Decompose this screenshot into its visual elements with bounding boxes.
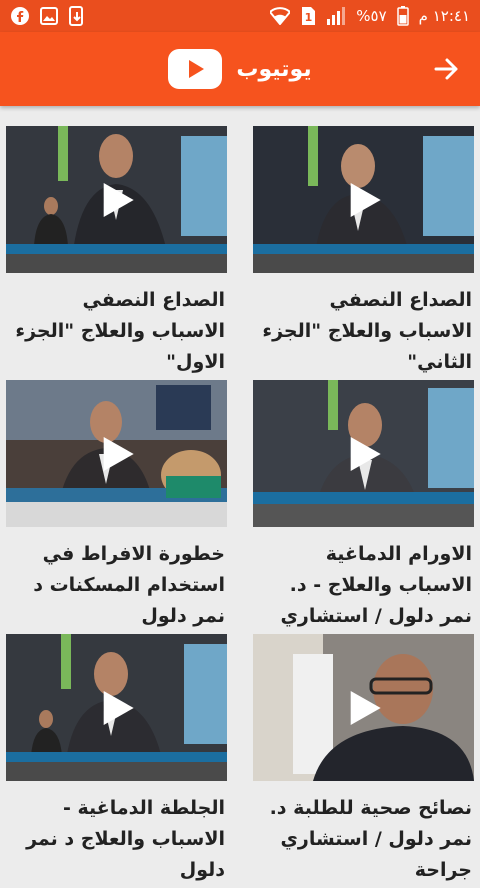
video-thumbnail[interactable] (6, 634, 227, 781)
play-icon (103, 182, 134, 217)
svg-text:1: 1 (305, 11, 313, 24)
app-bar: يوتيوب (0, 32, 480, 106)
clock: ١٢:٤١ م (418, 7, 470, 25)
battery-percent: %٥٧ (356, 7, 387, 25)
video-card[interactable]: خطورة الافراط في استخدام المسكنات د نمر … (6, 380, 227, 634)
status-right: 1 %٥٧ ١٢:٤١ م (270, 6, 470, 26)
play-icon (103, 690, 134, 725)
video-thumbnail[interactable] (253, 634, 474, 781)
video-thumbnail[interactable] (6, 126, 227, 273)
play-icon (350, 436, 381, 471)
sim-icon: 1 (300, 6, 316, 26)
video-title[interactable]: الجلطة الدماغية - الاسباب والعلاج د نمر … (6, 793, 227, 886)
video-title[interactable]: الصداع النصفي الاسباب والعلاج "الجزء الث… (253, 285, 474, 378)
arrow-right-icon (434, 58, 458, 80)
video-title[interactable]: الصداع النصفي الاسباب والعلاج "الجزء الا… (6, 285, 227, 378)
play-icon (350, 690, 381, 725)
battery-icon (396, 6, 409, 26)
video-card[interactable]: الاورام الدماغية الاسباب والعلاج - د. نم… (253, 380, 474, 634)
video-card[interactable]: الصداع النصفي الاسباب والعلاج "الجزء الا… (6, 126, 227, 380)
facebook-notification-icon (10, 6, 30, 26)
play-icon (103, 436, 134, 471)
status-left (10, 6, 86, 26)
signal-icon (326, 7, 346, 25)
video-thumbnail[interactable] (6, 380, 227, 527)
youtube-logo-icon (168, 49, 223, 89)
video-grid: الصداع النصفي الاسباب والعلاج "الجزء الث… (6, 126, 474, 888)
page-title: يوتيوب (236, 56, 312, 82)
video-card[interactable]: الصداع النصفي الاسباب والعلاج "الجزء الث… (253, 126, 474, 380)
wifi-icon (270, 7, 291, 25)
video-thumbnail[interactable] (253, 126, 474, 273)
video-title[interactable]: خطورة الافراط في استخدام المسكنات د نمر … (6, 539, 227, 632)
video-card[interactable]: نصائح صحية للطلبة د. نمر دلول / استشاري … (253, 634, 474, 888)
download-notification-icon (68, 6, 86, 26)
app-title-group: يوتيوب (168, 49, 312, 89)
video-card[interactable]: الجلطة الدماغية - الاسباب والعلاج د نمر … (6, 634, 227, 888)
video-title[interactable]: الاورام الدماغية الاسباب والعلاج - د. نم… (253, 539, 474, 632)
video-title[interactable]: نصائح صحية للطلبة د. نمر دلول / استشاري … (253, 793, 474, 886)
video-thumbnail[interactable] (253, 380, 474, 527)
gallery-notification-icon (40, 7, 58, 25)
back-button[interactable] (432, 54, 462, 84)
play-icon (350, 182, 381, 217)
status-bar: 1 %٥٧ ١٢:٤١ م (0, 0, 480, 32)
